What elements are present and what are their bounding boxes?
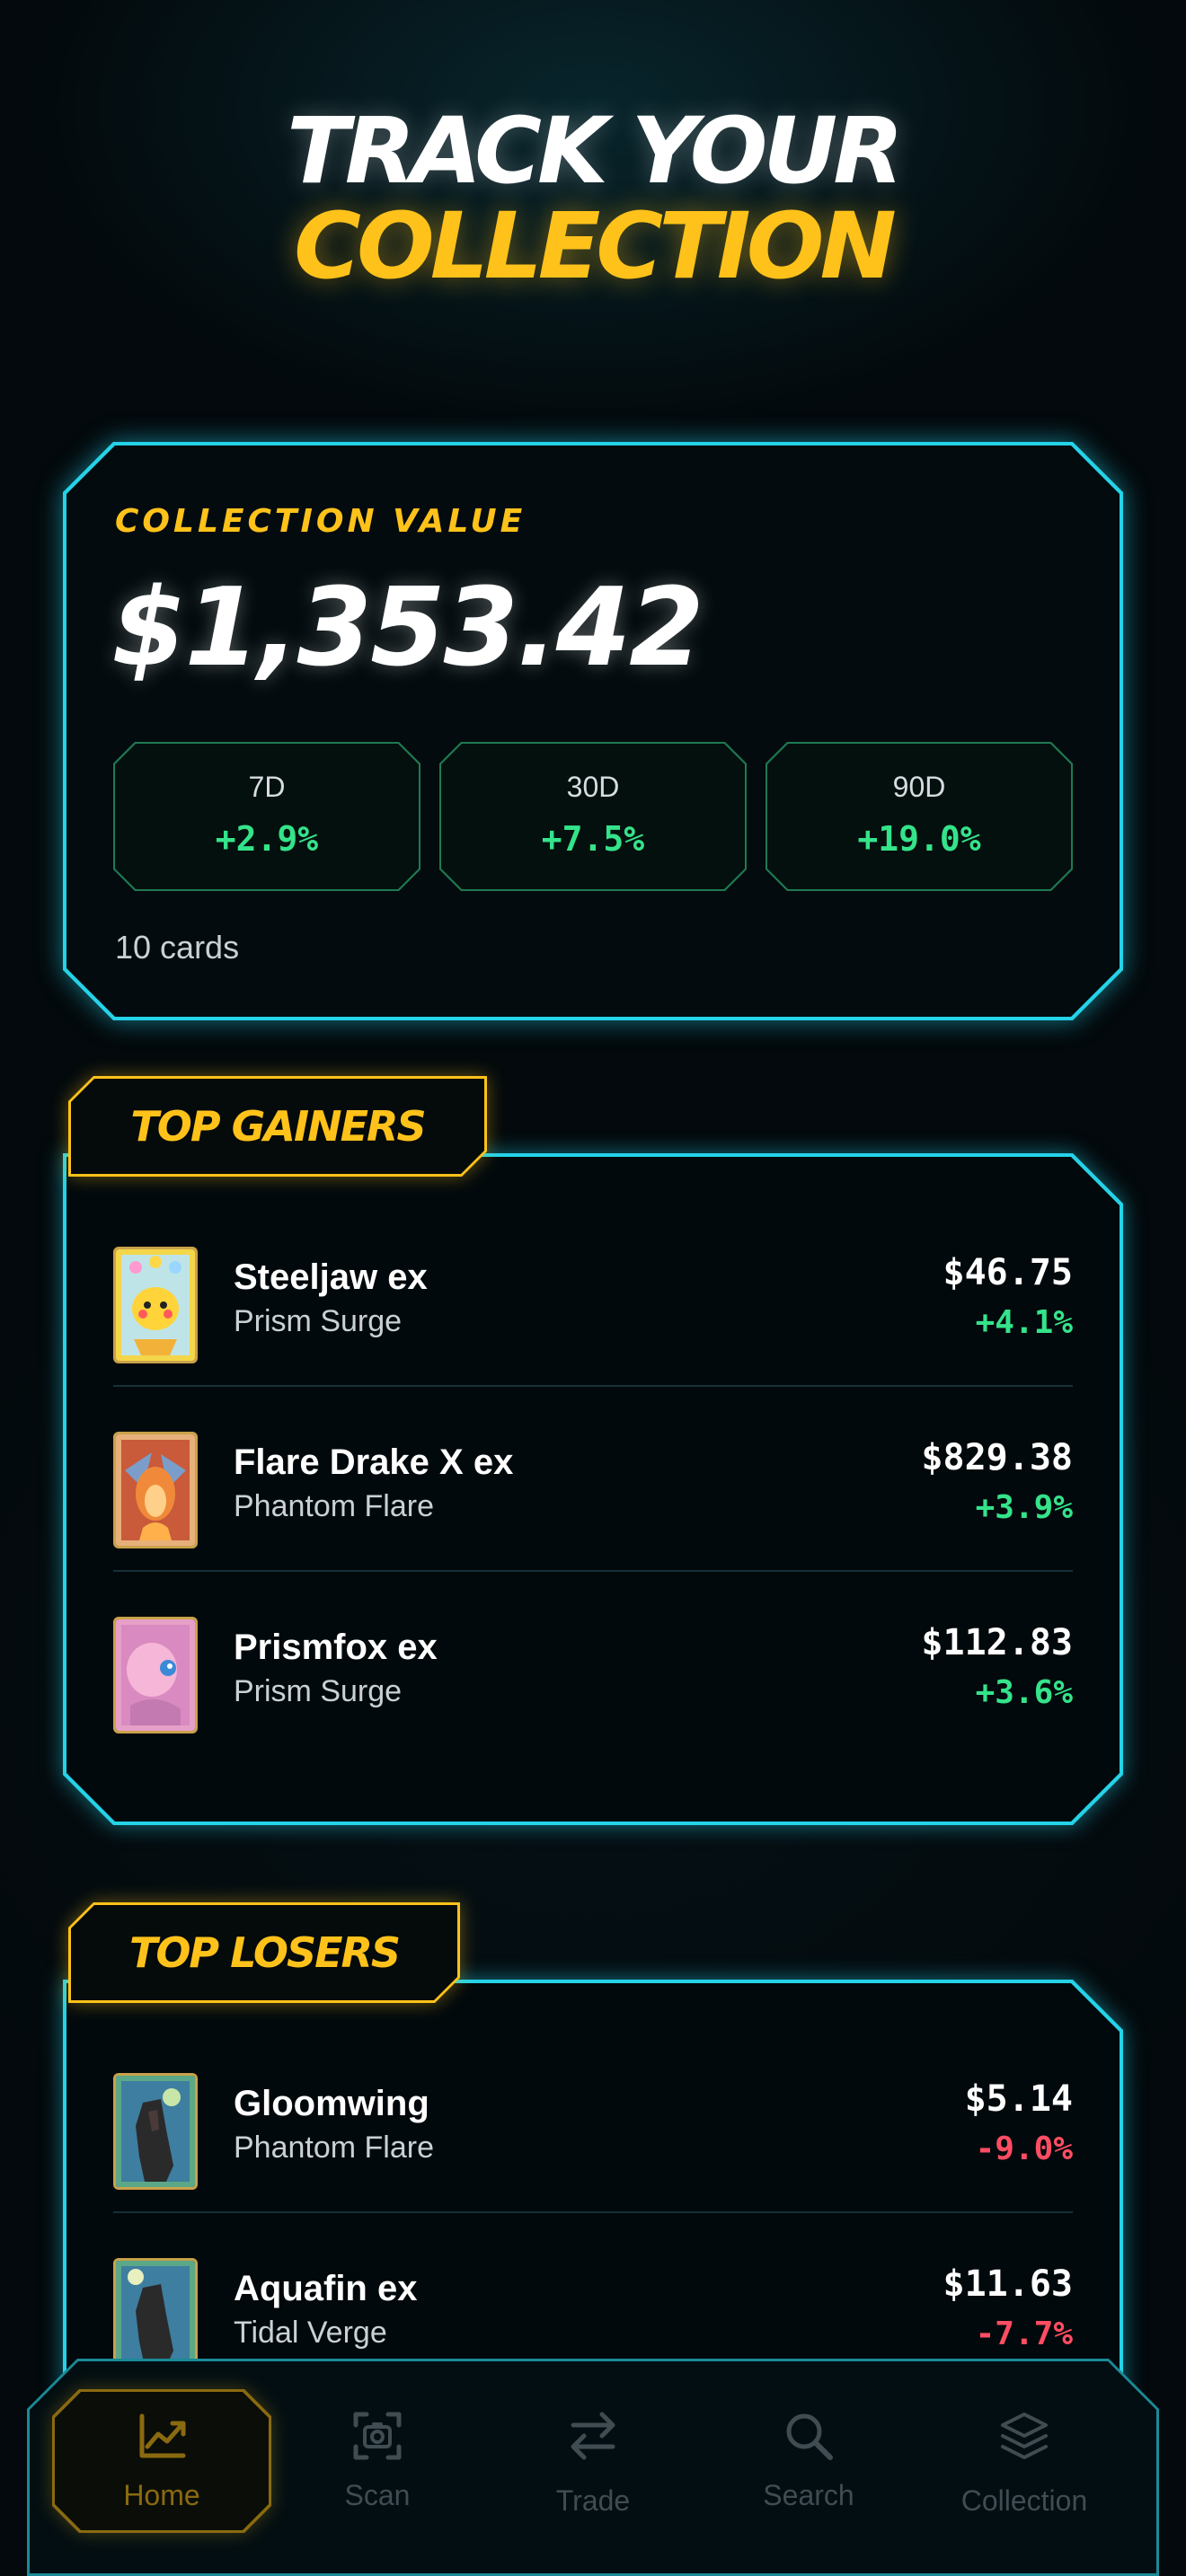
card-price: $112.83 xyxy=(921,1622,1073,1663)
card-count: 10 cards xyxy=(115,929,240,966)
hero-title-line2: COLLECTION xyxy=(294,193,897,300)
card-thumbnail xyxy=(113,1617,198,1734)
gainer-row[interactable]: Steeljaw ex Prism Surge $46.75 +4.1% xyxy=(113,1202,1073,1387)
card-thumbnail xyxy=(113,2073,198,2190)
stat-period: 90D xyxy=(892,771,946,803)
search-icon xyxy=(786,2413,833,2460)
hero-title-line1: TRACK YOUR xyxy=(287,98,904,205)
gainer-row[interactable]: Flare Drake X ex Phantom Flare $829.38 +… xyxy=(113,1387,1073,1572)
card-set: Phantom Flare xyxy=(234,2130,434,2165)
card-price: $46.75 xyxy=(943,1252,1074,1293)
stat-90d[interactable]: 90D +19.0% xyxy=(766,742,1073,891)
nav-label: Search xyxy=(763,2479,854,2511)
card-thumbnail xyxy=(113,1247,198,1363)
card-name: Flare Drake X ex xyxy=(234,1442,514,1482)
collection-value-amount: $1,353.42 xyxy=(111,566,704,691)
top-gainers-header: TOP GAINERS xyxy=(68,1076,487,1177)
stat-period: 7D xyxy=(248,771,286,803)
card-set: Prism Surge xyxy=(234,1304,403,1338)
card-price: $5.14 xyxy=(964,2078,1073,2120)
nav-collection[interactable]: Collection xyxy=(916,2407,1132,2533)
layers-icon xyxy=(1001,2413,1048,2459)
card-name: Steeljaw ex xyxy=(234,1257,428,1297)
card-set: Phantom Flare xyxy=(234,1489,434,1523)
card-name: Aquafin ex xyxy=(234,2269,418,2308)
card-change: -7.7% xyxy=(975,2316,1073,2352)
nav-search[interactable]: Search xyxy=(701,2407,916,2533)
stat-7d[interactable]: 7D +2.9% xyxy=(113,742,420,891)
card-price: $829.38 xyxy=(921,1437,1073,1478)
top-losers-header: TOP LOSERS xyxy=(68,1902,460,2003)
swap-icon xyxy=(571,2412,615,2460)
card-change: +4.1% xyxy=(975,1304,1073,1341)
camera-icon xyxy=(353,2412,402,2460)
loser-row[interactable]: Gloomwing Phantom Flare $5.14 -9.0% xyxy=(113,2028,1073,2213)
card-name: Prismfox ex xyxy=(234,1628,438,1667)
card-set: Tidal Verge xyxy=(234,2316,387,2350)
nav-label: Trade xyxy=(555,2484,631,2517)
stat-change: +2.9% xyxy=(215,819,319,859)
nav-trade[interactable]: Trade xyxy=(485,2407,701,2533)
card-price: $11.63 xyxy=(943,2263,1074,2305)
nav-home[interactable]: Home xyxy=(54,2407,270,2533)
card-thumbnail xyxy=(113,2258,198,2375)
stat-period: 30D xyxy=(566,771,620,803)
nav-label: Home xyxy=(123,2479,200,2511)
nav-label: Scan xyxy=(344,2479,411,2511)
chart-icon xyxy=(139,2413,186,2458)
stat-change: +19.0% xyxy=(857,819,981,859)
nav-label: Collection xyxy=(960,2484,1088,2517)
card-set: Prism Surge xyxy=(234,1674,403,1708)
card-change: -9.0% xyxy=(975,2130,1073,2167)
top-gainers-title: TOP GAINERS xyxy=(130,1102,426,1151)
card-name: Gloomwing xyxy=(234,2084,429,2123)
gainer-row[interactable]: Prismfox ex Prism Surge $112.83 +3.6% xyxy=(113,1572,1073,1757)
nav-scan[interactable]: Scan xyxy=(270,2407,485,2533)
top-losers-title: TOP LOSERS xyxy=(128,1928,401,1977)
card-thumbnail xyxy=(113,1432,198,1548)
stat-change: +7.5% xyxy=(541,819,645,859)
collection-value-label: COLLECTION VALUE xyxy=(115,503,527,540)
card-change: +3.9% xyxy=(975,1489,1073,1526)
stat-30d[interactable]: 30D +7.5% xyxy=(439,742,747,891)
card-change: +3.6% xyxy=(975,1674,1073,1711)
